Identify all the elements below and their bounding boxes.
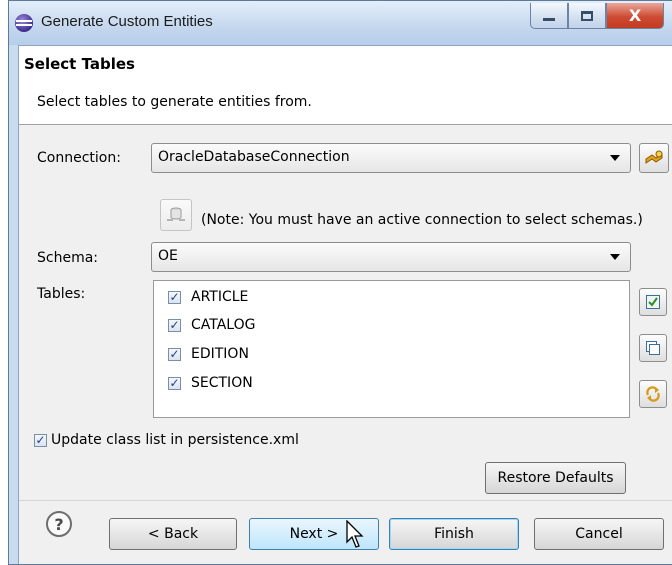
select-all-button[interactable] [639,288,667,316]
table-checkbox[interactable]: ✓ [168,290,181,304]
update-persistence-option[interactable]: ✓ Update class list in persistence.xml [34,432,299,448]
add-connection-icon [645,150,663,164]
minimize-icon [543,18,555,21]
window-title: Generate Custom Entities [41,13,213,30]
back-button[interactable]: < Back [109,518,237,550]
table-name: CATALOG [191,317,256,333]
refresh-icon [646,386,660,402]
update-persistence-checkbox[interactable]: ✓ [34,433,47,447]
list-item[interactable]: ✓ CATALOG [168,314,255,336]
schema-combo[interactable]: OE [151,242,631,272]
mouse-pointer-icon [346,520,364,548]
restore-defaults-button[interactable]: Restore Defaults [485,462,626,494]
finish-button[interactable]: Finish [389,518,519,550]
minimize-button[interactable] [530,3,568,29]
connection-label: Connection: [37,150,121,166]
footer-divider [19,500,672,501]
select-all-icon [646,295,660,309]
table-checkbox[interactable]: ✓ [168,376,181,390]
deselect-all-button[interactable] [639,334,667,362]
deselect-all-icon [646,341,660,355]
chevron-down-icon [610,254,620,260]
close-icon: X [628,6,642,25]
cancel-button[interactable]: Cancel [534,518,664,550]
table-name: ARTICLE [191,289,249,305]
maximize-icon [581,10,593,21]
connection-note: (Note: You must have an active connectio… [201,212,643,228]
tables-label: Tables: [37,286,86,302]
schema-label: Schema: [37,250,99,266]
list-item[interactable]: ✓ SECTION [168,372,253,394]
list-item[interactable]: ✓ EDITION [168,343,249,365]
close-button[interactable]: X [606,3,664,29]
wizard-banner: Select Tables Select tables to generate … [19,46,672,125]
eclipse-app-icon [15,14,33,32]
refresh-button[interactable] [639,380,667,408]
reconnect-button[interactable] [160,199,192,231]
table-checkbox[interactable]: ✓ [168,318,181,332]
table-name: EDITION [191,346,249,362]
page-description: Select tables to generate entities from. [37,94,312,110]
title-bar[interactable]: Generate Custom Entities X [9,1,672,45]
schema-value: OE [158,248,178,264]
maximize-button[interactable] [568,3,606,29]
table-name: SECTION [191,375,253,391]
update-persistence-label: Update class list in persistence.xml [51,432,299,448]
help-icon[interactable]: ? [46,511,72,537]
dialog-window: Generate Custom Entities X Select Tables… [8,0,672,565]
tables-list[interactable]: ✓ ARTICLE ✓ CATALOG ✓ EDITION ✓ SECTION [153,280,630,418]
add-connection-button[interactable] [639,143,669,173]
connection-value: OracleDatabaseConnection [158,149,350,165]
connection-combo[interactable]: OracleDatabaseConnection [151,143,631,173]
list-item[interactable]: ✓ ARTICLE [168,286,248,308]
table-checkbox[interactable]: ✓ [168,347,181,361]
chevron-down-icon [610,155,620,161]
window-controls: X [530,3,664,29]
page-title: Select Tables [24,55,135,73]
dialog-content: Select Tables Select tables to generate … [18,45,672,564]
database-connect-icon [167,207,185,221]
